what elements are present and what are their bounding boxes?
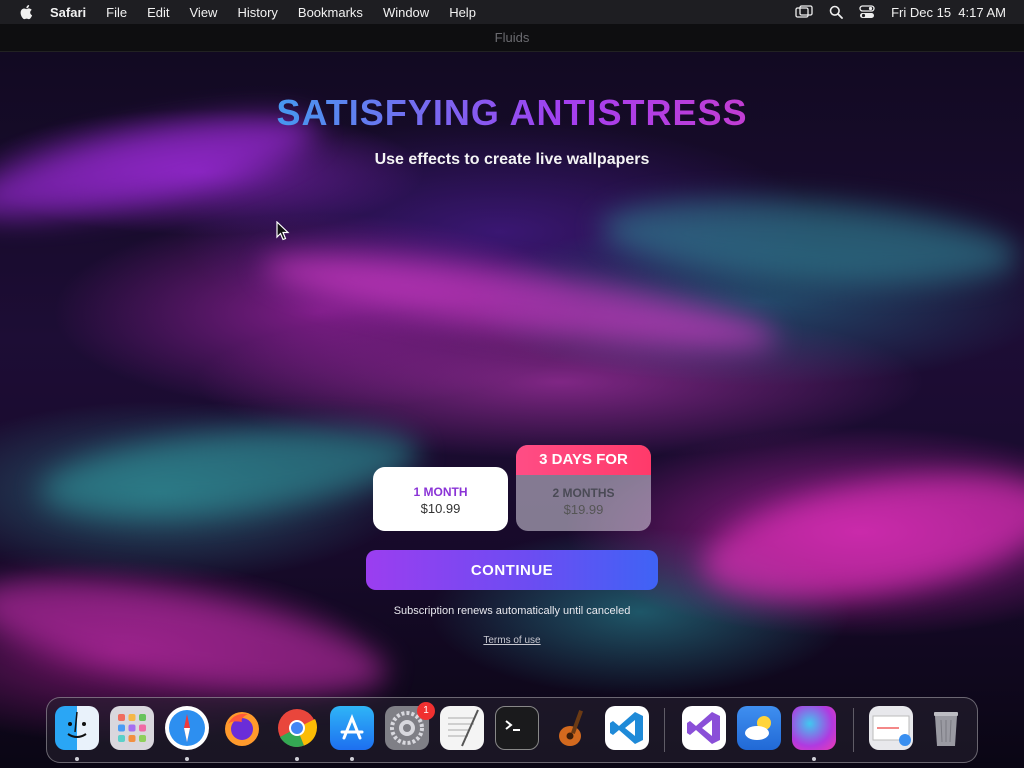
continue-button[interactable]: CONTINUE	[366, 550, 658, 590]
app-content: SATISFYING ANTISTRESS Use effects to cre…	[0, 52, 1024, 768]
weather-icon[interactable]	[737, 706, 781, 750]
plan-2-months[interactable]: 3 DAYS FOR 2 MONTHS $19.99	[516, 445, 651, 531]
safari-icon[interactable]	[165, 706, 209, 750]
menu-view[interactable]: View	[190, 5, 218, 20]
menu-history[interactable]: History	[237, 5, 277, 20]
terminal-icon[interactable]	[495, 706, 539, 750]
screen-mirroring-icon[interactable]	[795, 5, 813, 19]
garageband-icon[interactable]	[550, 706, 594, 750]
running-indicator	[350, 757, 354, 761]
system-settings-icon[interactable]: 1	[385, 702, 435, 750]
menu-edit[interactable]: Edit	[147, 5, 169, 20]
terms-link[interactable]: Terms of use	[483, 635, 540, 646]
firefox-icon[interactable]	[220, 706, 264, 750]
control-center-icon[interactable]	[859, 5, 875, 19]
chrome-icon[interactable]	[275, 706, 319, 750]
textedit-icon[interactable]	[440, 706, 484, 750]
menubar-clock[interactable]: Fri Dec 15 4:17 AM	[891, 5, 1006, 20]
dock: 1	[46, 697, 978, 763]
menu-bookmarks[interactable]: Bookmarks	[298, 5, 363, 20]
menu-help[interactable]: Help	[449, 5, 476, 20]
dock-separator	[853, 708, 854, 752]
running-indicator	[812, 757, 816, 761]
app-store-icon[interactable]	[330, 706, 374, 750]
window-title: Fluids	[0, 24, 1024, 52]
running-indicator	[75, 757, 79, 761]
plan-price: $19.99	[563, 502, 604, 517]
launchpad-icon[interactable]	[110, 706, 154, 750]
mouse-cursor-icon	[276, 221, 290, 241]
finder-icon[interactable]	[55, 706, 99, 750]
visual-studio-icon[interactable]	[682, 706, 726, 750]
background-swirl	[693, 451, 1024, 623]
trash-icon[interactable]	[924, 706, 968, 750]
trial-ribbon: 3 DAYS FOR	[516, 445, 651, 475]
plan-name: 1 MONTH	[413, 485, 468, 499]
plan-price: $10.99	[420, 501, 461, 516]
menu-bar: Safari File Edit View History Bookmarks …	[0, 0, 1024, 24]
preview-icon[interactable]	[869, 706, 913, 750]
menu-file[interactable]: File	[106, 5, 127, 20]
running-indicator	[295, 757, 299, 761]
renewal-note: Subscription renews automatically until …	[393, 605, 631, 617]
plan-name: 2 MONTHS	[552, 486, 615, 500]
apple-icon[interactable]	[18, 4, 36, 20]
background-swirl	[597, 187, 1023, 297]
terms-of-use: Terms of use	[0, 635, 1024, 646]
dock-separator	[664, 708, 665, 752]
headline: SATISFYING ANTISTRESS	[0, 92, 1024, 134]
notification-badge: 1	[417, 702, 435, 720]
plan-1-month[interactable]: 1 MONTH $10.99	[373, 467, 508, 531]
vscode-icon[interactable]	[605, 706, 649, 750]
subheadline: Use effects to create live wallpapers	[374, 151, 650, 168]
background-swirl	[36, 412, 424, 532]
menu-window[interactable]: Window	[383, 5, 429, 20]
menu-safari[interactable]: Safari	[50, 5, 86, 20]
search-icon[interactable]	[829, 5, 844, 19]
running-indicator	[185, 757, 189, 761]
fluids-app-icon[interactable]	[792, 706, 836, 750]
